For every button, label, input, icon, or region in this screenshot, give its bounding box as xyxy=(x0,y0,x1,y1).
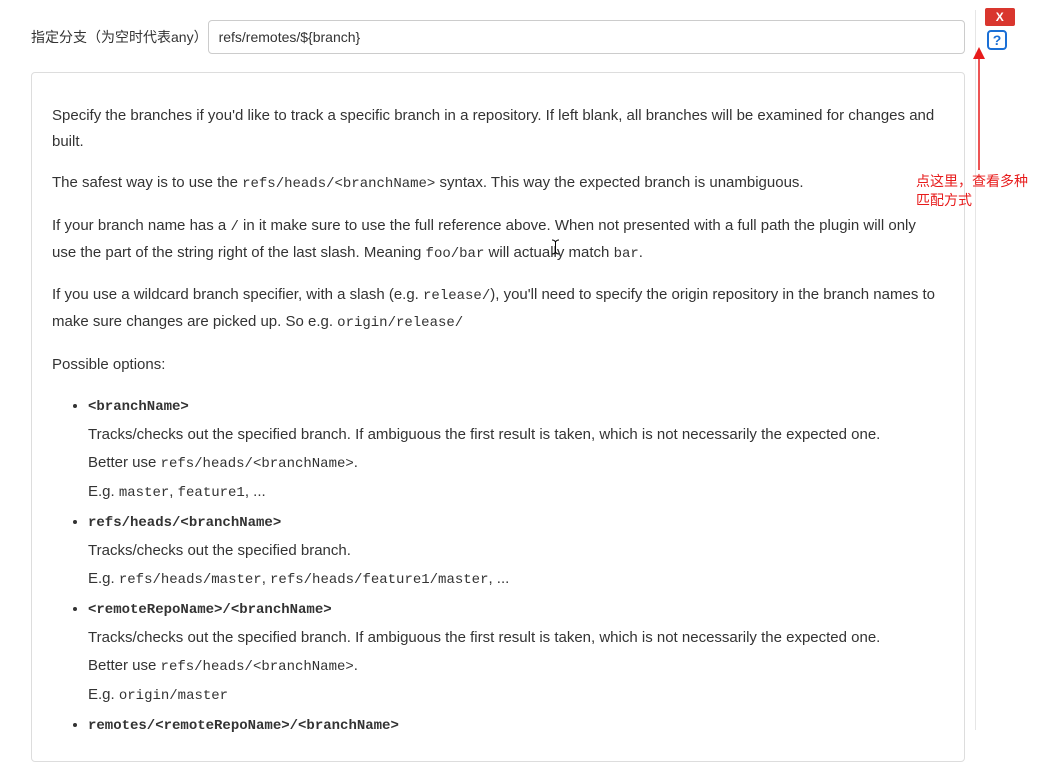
code: release/ xyxy=(423,288,490,304)
text: , xyxy=(262,570,270,587)
code: origin/release/ xyxy=(337,315,463,331)
text: , ... xyxy=(245,483,266,500)
branch-specifier-label: 指定分支（为空时代表any） xyxy=(16,27,208,47)
code: refs/heads/feature1/master xyxy=(270,572,488,588)
text: Better use xyxy=(88,657,161,674)
text: . xyxy=(639,244,643,261)
text: If you use a wildcard branch specifier, … xyxy=(52,286,423,303)
close-button[interactable]: X xyxy=(985,8,1015,26)
code: / xyxy=(230,219,238,235)
text: Better use refs/heads/<branchName>. xyxy=(88,450,944,477)
text: will actually match xyxy=(484,244,613,261)
text: The safest way is to use the xyxy=(52,174,242,191)
text: . xyxy=(354,657,358,674)
code: foo/bar xyxy=(426,246,485,262)
code: origin/master xyxy=(119,688,228,704)
options-list: <branchName> Tracks/checks out the speci… xyxy=(88,393,944,739)
code: master xyxy=(119,485,169,501)
help-p5: Possible options: xyxy=(52,352,944,378)
text: Tracks/checks out the specified branch. xyxy=(88,538,944,564)
text: Better use refs/heads/<branchName>. xyxy=(88,653,944,680)
option-item: remotes/<remoteRepoName>/<branchName> xyxy=(88,712,944,739)
option-item: refs/heads/<branchName> Tracks/checks ou… xyxy=(88,509,944,592)
field-row: 指定分支（为空时代表any） ? xyxy=(6,10,975,54)
text: E.g. xyxy=(88,686,119,703)
annotation-text: 点这里，查看多种匹配方式 xyxy=(916,172,1036,210)
text: If your branch name has a xyxy=(52,217,230,234)
code: feature1 xyxy=(178,485,245,501)
text: E.g. refs/heads/master, refs/heads/featu… xyxy=(88,566,944,593)
code: bar xyxy=(614,246,639,262)
text: syntax. This way the expected branch is … xyxy=(435,174,803,191)
help-p4: If you use a wildcard branch specifier, … xyxy=(52,282,944,336)
config-panel: X 指定分支（为空时代表any） ? Specify the branches … xyxy=(6,10,976,730)
option-head: refs/heads/<branchName> xyxy=(88,515,281,531)
help-icon[interactable]: ? xyxy=(987,30,1007,50)
text: E.g. xyxy=(88,570,119,587)
text: Tracks/checks out the specified branch. … xyxy=(88,422,944,448)
branch-specifier-input[interactable] xyxy=(208,20,965,54)
code: refs/heads/<branchName> xyxy=(161,456,354,472)
help-p3: If your branch name has a / in it make s… xyxy=(52,213,944,267)
option-item: <remoteRepoName>/<branchName> Tracks/che… xyxy=(88,596,944,708)
option-item: <branchName> Tracks/checks out the speci… xyxy=(88,393,944,505)
text: . xyxy=(354,454,358,471)
text: Tracks/checks out the specified branch. … xyxy=(88,625,944,651)
option-head: remotes/<remoteRepoName>/<branchName> xyxy=(88,718,399,734)
help-p1: Specify the branches if you'd like to tr… xyxy=(52,103,944,154)
code: refs/heads/master xyxy=(119,572,262,588)
help-p2: The safest way is to use the refs/heads/… xyxy=(52,170,944,197)
text: E.g. xyxy=(88,483,119,500)
option-head: <branchName> xyxy=(88,399,189,415)
option-head: <remoteRepoName>/<branchName> xyxy=(88,602,332,618)
text: , ... xyxy=(488,570,509,587)
code: refs/heads/<branchName> xyxy=(161,659,354,675)
help-panel: Specify the branches if you'd like to tr… xyxy=(31,72,965,762)
text: E.g. origin/master xyxy=(88,682,944,709)
text: , xyxy=(169,483,177,500)
code: refs/heads/<branchName> xyxy=(242,176,435,192)
text: Better use xyxy=(88,454,161,471)
text: E.g. master, feature1, ... xyxy=(88,479,944,506)
